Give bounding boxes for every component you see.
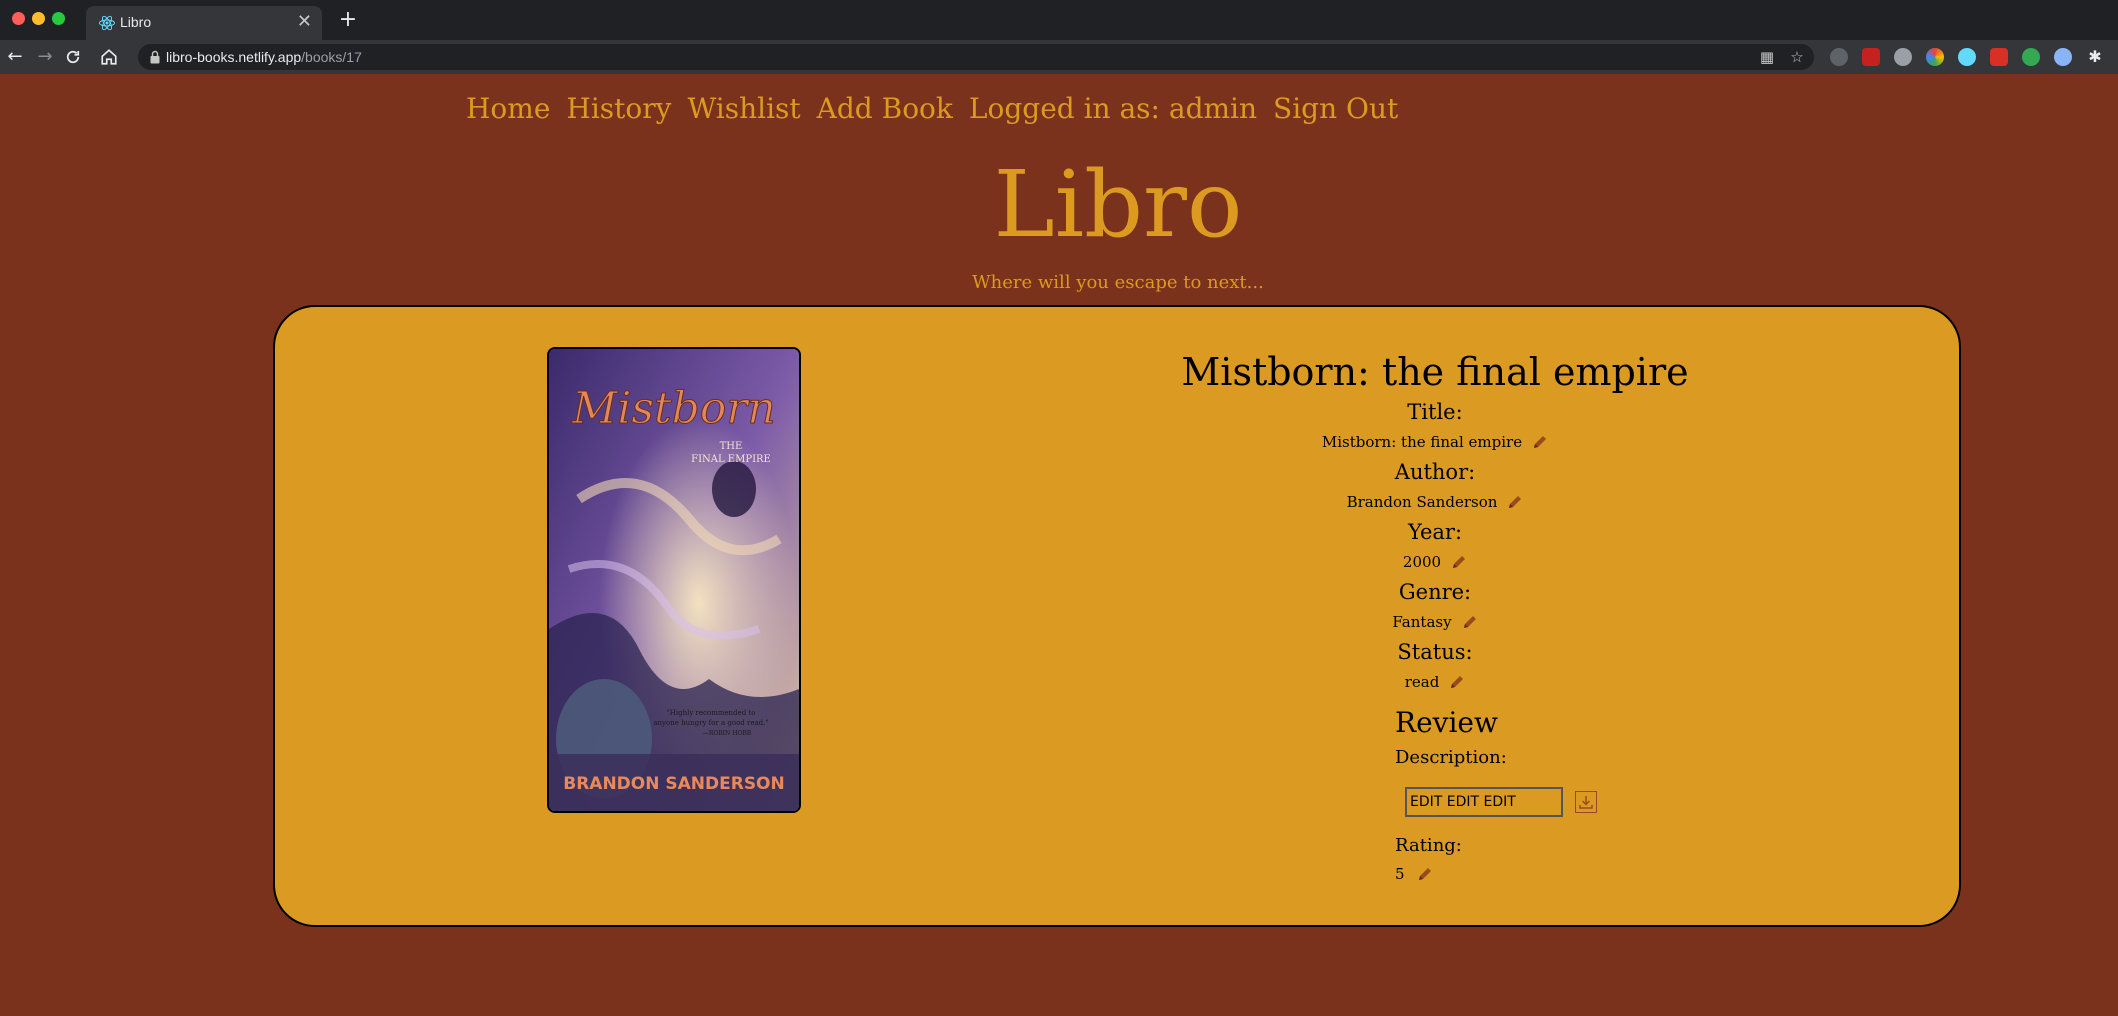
title-label: Title:	[1407, 400, 1463, 424]
back-icon[interactable]: ←	[2, 44, 28, 70]
close-tab-icon[interactable]: ✕	[297, 12, 312, 32]
book-detail-card: Mistborn THE FINAL EMPIRE "Highly recomm…	[273, 305, 1961, 927]
bookmark-star-icon[interactable]: ☆	[1788, 48, 1806, 66]
author-field: Author: Brandon Sanderson	[1095, 457, 1775, 517]
edit-author-pencil-icon[interactable]	[1507, 494, 1523, 510]
puzzle-icon[interactable]: ✱	[2082, 44, 2108, 70]
rating-value: 5	[1395, 865, 1405, 883]
site-tagline: Where will you escape to next...	[972, 272, 1264, 293]
forward-icon[interactable]: →	[32, 44, 58, 70]
review-section: Review Description: Rating: 5	[1395, 703, 1795, 887]
react-favicon-icon	[99, 15, 115, 31]
genre-label: Genre:	[1398, 580, 1472, 604]
edit-year-pencil-icon[interactable]	[1451, 554, 1467, 570]
reload-icon[interactable]	[64, 48, 82, 66]
status-value: read	[1404, 673, 1440, 691]
description-label: Description:	[1395, 747, 1507, 768]
edit-title-pencil-icon[interactable]	[1532, 434, 1548, 450]
extension-1-icon[interactable]	[1830, 48, 1848, 66]
minimize-window-button[interactable]	[32, 12, 45, 25]
status-label: Status:	[1397, 640, 1473, 664]
year-label: Year:	[1407, 520, 1463, 544]
video-extension-icon[interactable]	[1990, 48, 2008, 66]
save-download-icon	[1579, 796, 1593, 809]
title-value: Mistborn: the final empire	[1321, 433, 1523, 451]
color-extension-icon[interactable]	[1926, 48, 1944, 66]
site-logo: Libro	[993, 151, 1243, 258]
book-heading: Mistborn: the final empire	[1181, 350, 1689, 394]
cover-title: Mistborn	[571, 383, 775, 434]
new-tab-button[interactable]: +	[334, 6, 362, 34]
browser-toolbar: ← → libro-books.netlify.app/books/17 ▦ ☆…	[0, 40, 2118, 74]
ublock-extension-icon[interactable]	[1862, 48, 1880, 66]
nav-sign-out-link[interactable]: Sign Out	[1273, 92, 1398, 125]
browser-tab-bar: Libro ✕ +	[0, 0, 2118, 40]
qr-code-icon[interactable]: ▦	[1758, 48, 1776, 66]
cover-subtitle-line2: FINAL EMPIRE	[691, 454, 771, 465]
react-devtools-icon[interactable]	[1958, 48, 1976, 66]
year-value: 2000	[1402, 553, 1442, 571]
url-text: libro-books.netlify.app/books/17	[166, 49, 362, 65]
site-nav: Home History Wishlist Add Book Logged in…	[466, 92, 1398, 125]
author-value: Brandon Sanderson	[1346, 493, 1498, 511]
home-icon[interactable]	[100, 48, 118, 66]
cover-quote-line1: "Highly recommended to	[667, 709, 756, 717]
year-field: Year: 2000	[1095, 517, 1775, 577]
nav-logged-in-user-link[interactable]: Logged in as: admin	[969, 92, 1257, 125]
tab-title: Libro	[120, 14, 152, 30]
author-label: Author:	[1394, 460, 1476, 484]
nav-wishlist-link[interactable]: Wishlist	[687, 92, 800, 125]
nav-home-link[interactable]: Home	[466, 92, 550, 125]
genre-value: Fantasy	[1392, 613, 1452, 631]
address-bar[interactable]: libro-books.netlify.app/books/17 ▦ ☆	[138, 44, 1814, 70]
rating-label: Rating:	[1395, 835, 1462, 856]
book-cover-image: Mistborn THE FINAL EMPIRE "Highly recomm…	[547, 347, 801, 813]
nav-add-book-link[interactable]: Add Book	[817, 92, 953, 125]
edit-rating-pencil-icon[interactable]	[1417, 866, 1433, 882]
title-field: Title: Mistborn: the final empire	[1095, 397, 1775, 457]
cover-subtitle-line1: THE	[720, 441, 743, 452]
description-input[interactable]	[1405, 787, 1563, 817]
close-window-button[interactable]	[12, 12, 25, 25]
cover-quote-line2: anyone hungry for a good read."	[653, 719, 768, 727]
cover-quote-author: —ROBIN HOBB	[703, 730, 752, 737]
genre-field: Genre: Fantasy	[1095, 577, 1775, 637]
nav-history-link[interactable]: History	[566, 92, 671, 125]
browser-tab[interactable]: Libro ✕	[86, 6, 322, 40]
check-extension-icon[interactable]	[2022, 48, 2040, 66]
status-field: Status: read	[1095, 637, 1775, 697]
maximize-window-button[interactable]	[52, 12, 65, 25]
lock-icon	[150, 50, 160, 64]
profile-extension-icon[interactable]	[2054, 48, 2072, 66]
edit-genre-pencil-icon[interactable]	[1462, 614, 1478, 630]
cover-author: BRANDON SANDERSON	[563, 774, 785, 794]
book-info: Mistborn: the final empire Title: Mistbo…	[1095, 347, 1775, 697]
octopus-extension-icon[interactable]	[1894, 48, 1912, 66]
edit-status-pencil-icon[interactable]	[1449, 674, 1465, 690]
review-heading: Review	[1395, 706, 1498, 739]
save-description-button[interactable]	[1575, 791, 1597, 813]
